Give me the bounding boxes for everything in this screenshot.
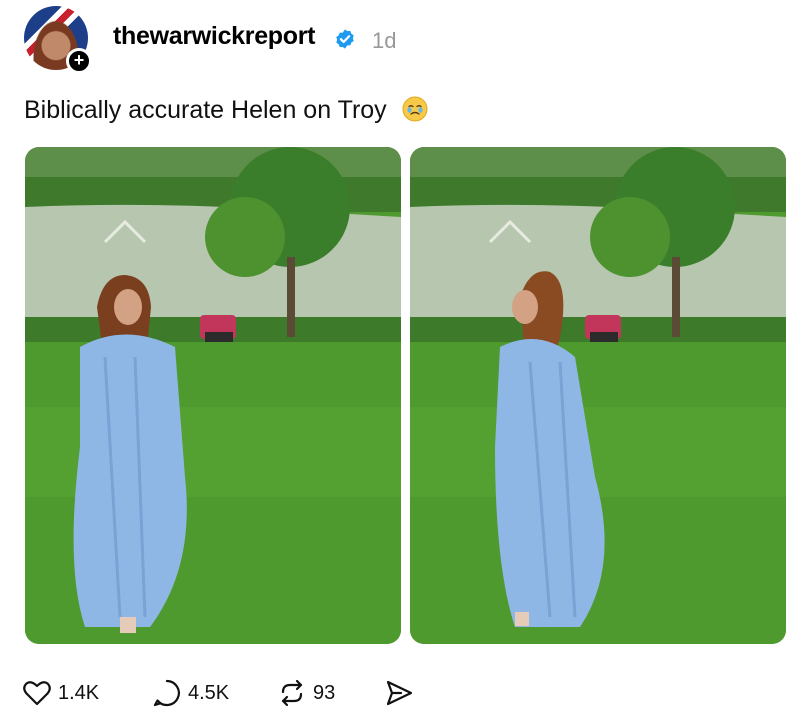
comment-count: 4.5K [188, 681, 230, 704]
photo-right[interactable] [410, 147, 786, 644]
photo-left-scene [25, 147, 401, 644]
comment-button[interactable]: 4.5K [152, 678, 229, 708]
caption-text: Biblically accurate Helen on Troy [24, 96, 387, 124]
username[interactable]: thewarwickreport [113, 22, 316, 51]
comment-icon [153, 679, 180, 707]
follow-plus-icon[interactable]: + [66, 48, 92, 74]
photo-right-scene [410, 147, 786, 644]
post-caption: Biblically accurate Helen on Troy [24, 96, 428, 125]
repost-count: 93 [313, 681, 336, 704]
post-actions: 1.4K 4.5K 93 [22, 678, 442, 708]
post-header: + thewarwickreport 1d [24, 6, 784, 74]
post-timestamp: 1d [372, 28, 397, 53]
repost-icon [281, 679, 303, 707]
face-holding-back-tears-emoji-icon [402, 96, 428, 122]
heart-icon [23, 681, 51, 706]
share-icon [386, 680, 413, 706]
like-button[interactable]: 1.4K [22, 678, 99, 708]
verified-icon [336, 29, 354, 49]
repost-button[interactable]: 93 [277, 678, 335, 708]
share-button[interactable] [384, 678, 414, 708]
like-count: 1.4K [58, 681, 100, 704]
photo-left[interactable] [25, 147, 401, 644]
